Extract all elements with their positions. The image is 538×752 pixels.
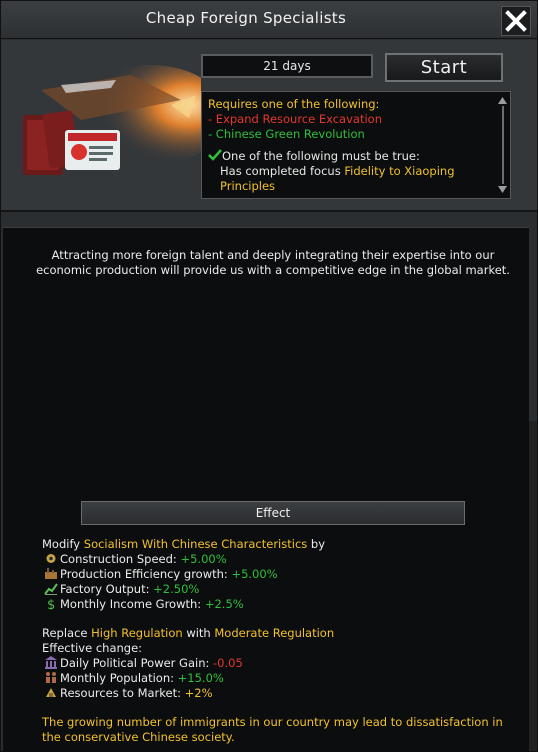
- condition-heading: One of the following must be true:: [222, 149, 420, 163]
- factory-icon: [45, 568, 57, 579]
- effective-change-label: Effective change:: [42, 641, 143, 655]
- duration-display: 21 days: [201, 54, 373, 78]
- effect-label: Monthly Income Growth:: [60, 597, 202, 611]
- effect-label: Resources to Market:: [60, 686, 181, 700]
- effect-row: Monthly Population: +15.0%: [42, 671, 522, 686]
- effect-row: $ Monthly Income Growth: +2.5%: [42, 597, 522, 612]
- effect-header: Effect: [81, 501, 465, 525]
- effect-label: Daily Political Power Gain:: [60, 656, 210, 670]
- effect-value: +15.0%: [177, 671, 224, 685]
- gear-icon: [46, 554, 56, 563]
- decision-description: Attracting more foreign talent and deepl…: [36, 248, 510, 277]
- effect-label: Production Efficiency growth:: [60, 567, 228, 581]
- decision-window: Cheap Foreign Specialists 21 days Start …: [0, 0, 538, 752]
- requirements-heading: Requires one of the following:: [208, 97, 380, 111]
- effect-row: Production Efficiency growth: +5.00%: [42, 567, 522, 582]
- title-bar: Cheap Foreign Specialists: [1, 1, 537, 39]
- condition-row: One of the following must be true:: [208, 149, 492, 164]
- replace-line: Replace High Regulation with Moderate Re…: [42, 626, 522, 641]
- modify-line: Modify Socialism With Chinese Characteri…: [42, 537, 522, 552]
- effect-value: +2.50%: [153, 582, 200, 596]
- condition-prefix: Has completed focus: [220, 164, 341, 178]
- scrollbar-track[interactable]: [502, 106, 504, 184]
- checkmark-icon: [208, 149, 222, 161]
- decision-picture: [21, 60, 201, 210]
- requirement-item: - Expand Resource Excavation: [208, 112, 382, 126]
- modify-target-link[interactable]: Socialism With Chinese Characteristics: [84, 537, 308, 551]
- effect-value: +2.5%: [204, 597, 244, 611]
- effect-row: Construction Speed: +5.00%: [42, 552, 522, 567]
- requirement-item: - Chinese Green Revolution: [208, 127, 365, 141]
- effect-row: Factory Output: +2.50%: [42, 582, 522, 597]
- effect-label: Construction Speed:: [60, 552, 177, 566]
- replace-middle: with: [186, 626, 211, 640]
- svg-text:$: $: [47, 598, 55, 610]
- window-title: Cheap Foreign Specialists: [145, 9, 347, 27]
- requirements-panel: Requires one of the following: - Expand …: [201, 91, 511, 199]
- decision-header: 21 days Start Requires one of the follow…: [1, 40, 537, 212]
- replace-to-link[interactable]: Moderate Regulation: [214, 626, 334, 640]
- money-icon: $: [47, 598, 55, 610]
- decision-body: Attracting more foreign talent and deepl…: [3, 227, 529, 752]
- scroll-up-icon[interactable]: [497, 96, 508, 105]
- scroll-down-icon[interactable]: [497, 185, 508, 194]
- resources-icon: [46, 688, 56, 697]
- effect-label: Monthly Population:: [60, 671, 174, 685]
- close-button[interactable]: [501, 6, 531, 36]
- effect-value: -0.05: [213, 656, 243, 670]
- condition-detail: Has completed focus Fidelity to Xiaoping…: [208, 164, 492, 194]
- effect-label: Factory Output:: [60, 582, 150, 596]
- effect-row: Resources to Market: +2%: [42, 686, 522, 701]
- modify-suffix: by: [310, 537, 326, 551]
- main-scrollbar[interactable]: [529, 421, 537, 751]
- start-button[interactable]: Start: [385, 53, 503, 82]
- effect-value: +5.00%: [180, 552, 227, 566]
- effects-list: Modify Socialism With Chinese Characteri…: [42, 537, 522, 745]
- effect-value: +2%: [184, 686, 213, 700]
- replace-prefix: Replace: [42, 626, 88, 640]
- people-icon: [46, 672, 56, 683]
- close-icon: [505, 10, 527, 32]
- warning-text: The growing number of immigrants in our …: [42, 715, 503, 744]
- replace-from-link[interactable]: High Regulation: [91, 626, 183, 640]
- chart-icon: [44, 583, 58, 595]
- effect-value: +5.00%: [231, 567, 278, 581]
- building-icon: [45, 656, 57, 669]
- modify-prefix: Modify: [42, 537, 81, 551]
- effect-row: Daily Political Power Gain: -0.05: [42, 656, 522, 671]
